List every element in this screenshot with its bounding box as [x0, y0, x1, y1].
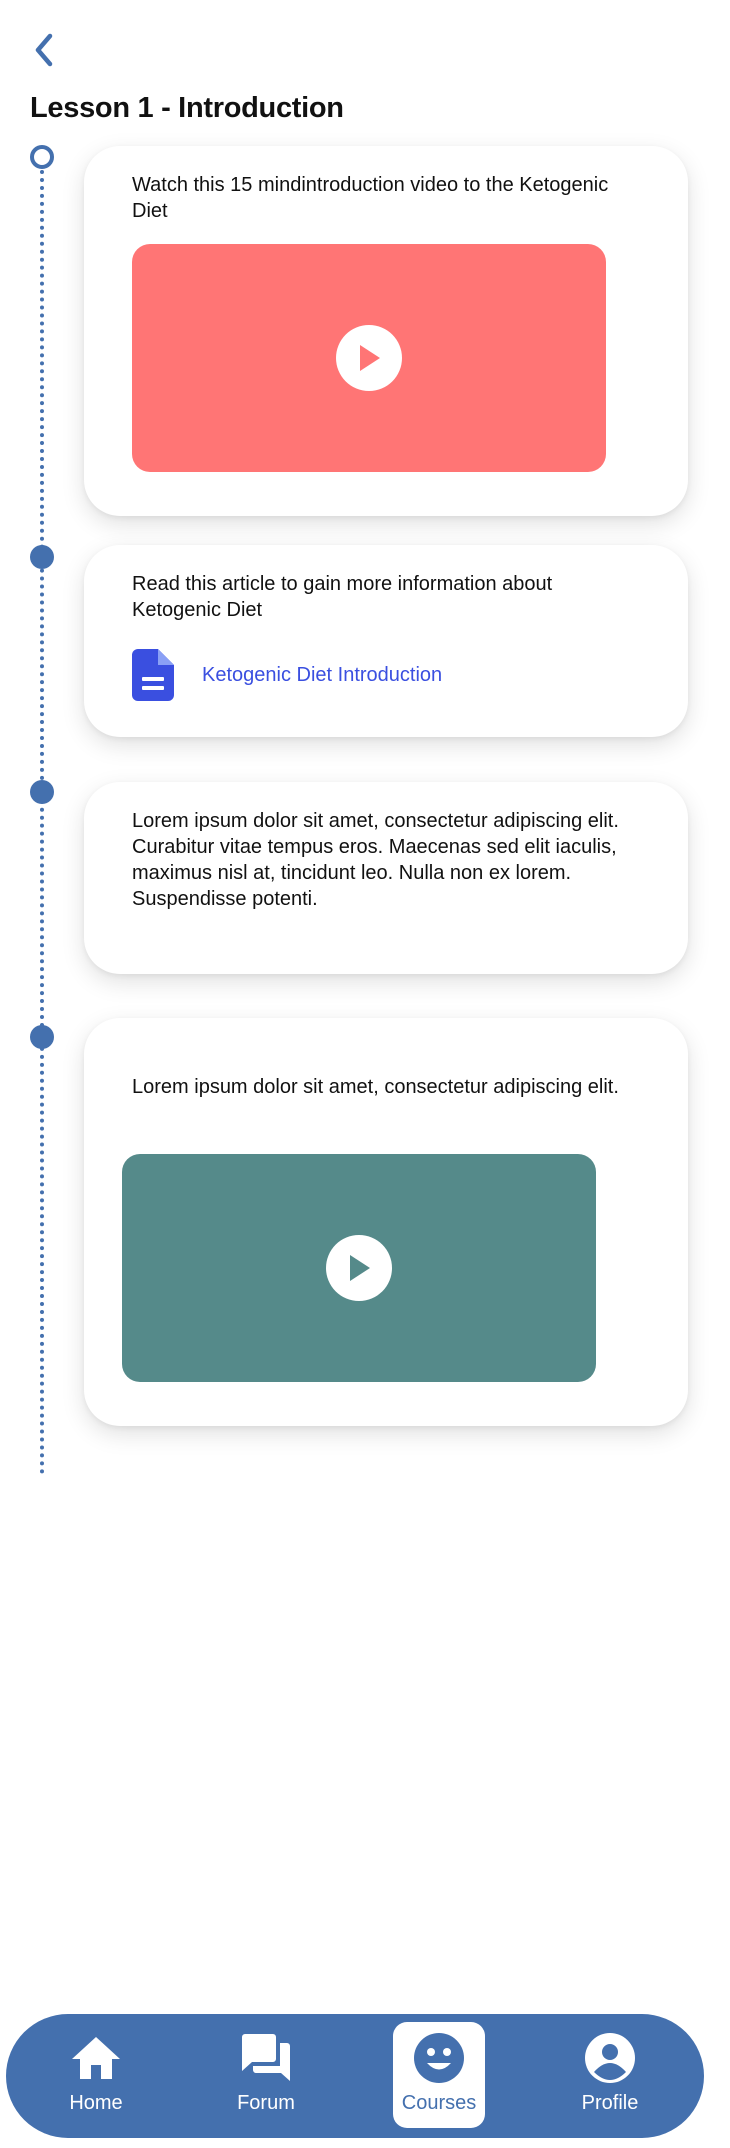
timeline-node-3 [30, 780, 54, 804]
card-text: Lorem ipsum dolor sit amet, consectetur … [132, 810, 619, 910]
nav-label: Courses [401, 2092, 477, 2114]
article-link-row[interactable]: Ketogenic Diet Introduction [132, 649, 442, 701]
play-icon [350, 1255, 370, 1281]
nav-item-home[interactable]: Home [50, 2022, 142, 2128]
nav-label: Profile [581, 2092, 639, 2114]
nav-item-forum[interactable]: Forum [220, 2022, 312, 2128]
lesson-card-text: Lorem ipsum dolor sit amet, consectetur … [84, 782, 688, 974]
chevron-left-icon [35, 33, 53, 67]
play-button[interactable] [336, 325, 402, 391]
smiley-icon [414, 2033, 464, 2083]
lesson-card-article: Read this article to gain more informati… [84, 545, 688, 737]
play-icon [360, 345, 380, 371]
play-button[interactable] [326, 1235, 392, 1301]
bottom-nav: Home Forum Courses Profile [6, 2014, 704, 2138]
forum-icon [242, 2034, 290, 2081]
nav-item-courses[interactable]: Courses [393, 2022, 485, 2128]
lesson-card-video-1: Watch this 15 mindintroduction video to … [84, 146, 688, 516]
video-player-1[interactable] [132, 244, 606, 472]
timeline-node-1 [30, 145, 54, 169]
card-text: Read this article to gain more informati… [132, 573, 553, 621]
video-player-2[interactable] [122, 1154, 596, 1382]
timeline-line [40, 170, 44, 1475]
document-icon [132, 649, 174, 701]
lesson-card-video-2: Lorem ipsum dolor sit amet, consectetur … [84, 1018, 688, 1426]
nav-label: Forum [237, 2092, 295, 2114]
nav-label: Home [69, 2092, 123, 2114]
home-icon [72, 2037, 120, 2079]
card-text: Watch this 15 mindintroduction video to … [132, 174, 609, 222]
timeline-node-2 [30, 545, 54, 569]
page-title: Lesson 1 - Introduction [30, 92, 344, 124]
article-link[interactable]: Ketogenic Diet Introduction [202, 664, 442, 687]
card-text: Lorem ipsum dolor sit amet, consectetur … [132, 1076, 619, 1098]
nav-item-profile[interactable]: Profile [564, 2022, 656, 2128]
timeline-node-4 [30, 1025, 54, 1049]
profile-icon [585, 2033, 635, 2083]
back-button[interactable] [26, 30, 62, 70]
